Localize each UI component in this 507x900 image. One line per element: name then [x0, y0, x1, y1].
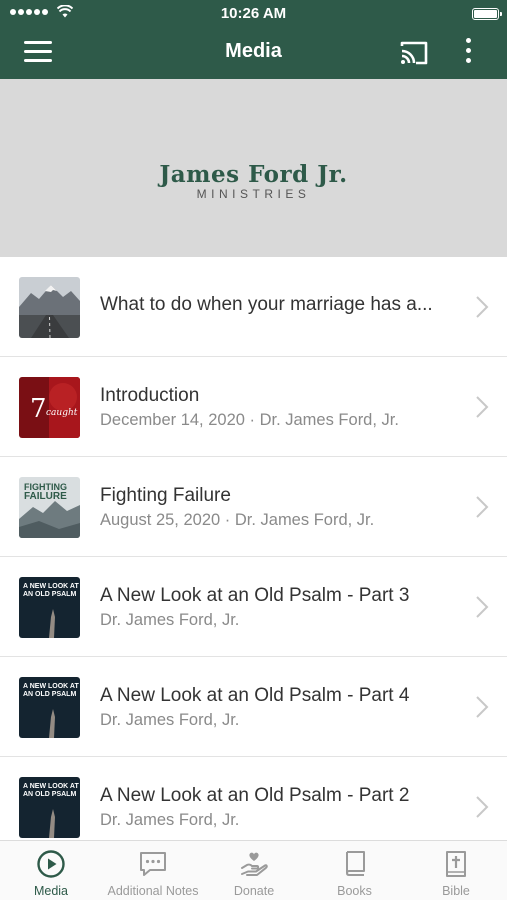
status-bar: 10:26 AM — [0, 0, 507, 28]
tab-media[interactable]: Media — [0, 841, 102, 900]
thumbnail-old-psalm: A NEW LOOK AT AN OLD PSALM — [19, 577, 80, 638]
list-item[interactable]: 7 caught Introduction December 14, 2020 … — [0, 357, 507, 457]
list-item[interactable]: FIGHTING FAILURE Fighting Failure August… — [0, 457, 507, 557]
more-options-icon[interactable] — [458, 38, 478, 68]
item-title: What to do when your marriage has a... — [100, 294, 433, 315]
list-item[interactable]: A NEW LOOK AT AN OLD PSALM A New Look at… — [0, 657, 507, 757]
item-title: Fighting Failure — [100, 485, 231, 506]
chat-bubble-icon — [140, 852, 166, 876]
tab-donate[interactable]: Donate — [204, 841, 304, 900]
thumbnail-old-psalm: A NEW LOOK AT AN OLD PSALM — [19, 677, 80, 738]
tab-books-label: Books — [337, 884, 372, 898]
thumbnail-road-mountain — [19, 277, 80, 338]
chevron-right-icon — [476, 396, 489, 418]
thumb-psalm-line1: A NEW LOOK AT — [23, 783, 79, 790]
list-item[interactable]: A NEW LOOK AT AN OLD PSALM A New Look at… — [0, 557, 507, 657]
page-title: Media — [225, 40, 282, 62]
chevron-right-icon — [476, 596, 489, 618]
book-icon — [345, 851, 365, 876]
thumbnail-red-seven: 7 caught — [19, 377, 80, 438]
item-subtitle: Dr. James Ford, Jr. — [100, 811, 240, 829]
item-title: A New Look at an Old Psalm - Part 3 — [100, 585, 410, 606]
chevron-right-icon — [476, 296, 489, 318]
item-title: A New Look at an Old Psalm - Part 2 — [100, 785, 410, 806]
list-item[interactable]: What to do when your marriage has a... — [0, 257, 507, 357]
thumbnail-fighting-failure: FIGHTING FAILURE — [19, 477, 80, 538]
thumb-caught-text: caught — [46, 408, 78, 418]
tab-additional-notes[interactable]: Additional Notes — [102, 841, 204, 900]
tab-bible-label: Bible — [442, 884, 470, 898]
thumb-psalm-line1: A NEW LOOK AT — [23, 683, 79, 690]
chevron-right-icon — [476, 796, 489, 818]
bible-cross-icon — [446, 851, 466, 877]
media-list: What to do when your marriage has a... 7… — [0, 257, 507, 840]
item-subtitle: December 14, 2020 · Dr. James Ford, Jr. — [100, 411, 399, 429]
ministry-logo-title: James Ford Jr. — [159, 161, 348, 188]
thumb-psalm-line2: AN OLD PSALM — [23, 791, 76, 798]
list-item[interactable]: A NEW LOOK AT AN OLD PSALM A New Look at… — [0, 757, 507, 840]
play-circle-icon — [37, 850, 65, 878]
thumb-failure-text: FAILURE — [24, 491, 67, 502]
tab-donate-label: Donate — [233, 884, 275, 898]
item-subtitle: Dr. James Ford, Jr. — [100, 711, 240, 729]
tab-additional-notes-label: Additional Notes — [107, 884, 199, 898]
status-time: 10:26 AM — [220, 5, 287, 22]
thumb-psalm-line2: AN OLD PSALM — [23, 591, 76, 598]
battery-icon — [472, 8, 502, 20]
cast-icon[interactable] — [398, 39, 430, 67]
item-subtitle: Dr. James Ford, Jr. — [100, 611, 240, 629]
item-subtitle: August 25, 2020 · Dr. James Ford, Jr. — [100, 511, 375, 529]
tab-bar: Media Additional Notes Donate Books Bibl… — [0, 840, 507, 900]
ministry-logo-subtitle: MINISTRIES — [196, 187, 311, 201]
thumb-psalm-line2: AN OLD PSALM — [23, 691, 76, 698]
nav-bar: Media — [0, 28, 507, 79]
tab-books[interactable]: Books — [304, 841, 405, 900]
item-title: A New Look at an Old Psalm - Part 4 — [100, 685, 410, 706]
tab-media-label: Media — [33, 884, 69, 898]
thumbnail-old-psalm: A NEW LOOK AT AN OLD PSALM — [19, 777, 80, 838]
donate-hand-heart-icon — [241, 852, 268, 876]
chevron-right-icon — [476, 496, 489, 518]
item-title: Introduction — [100, 385, 200, 406]
tab-bible[interactable]: Bible — [405, 841, 507, 900]
chevron-right-icon — [476, 696, 489, 718]
thumb-psalm-line1: A NEW LOOK AT — [23, 583, 79, 590]
thumb-seven-text: 7 — [30, 394, 47, 424]
ministry-banner: James Ford Jr. MINISTRIES — [0, 79, 507, 257]
